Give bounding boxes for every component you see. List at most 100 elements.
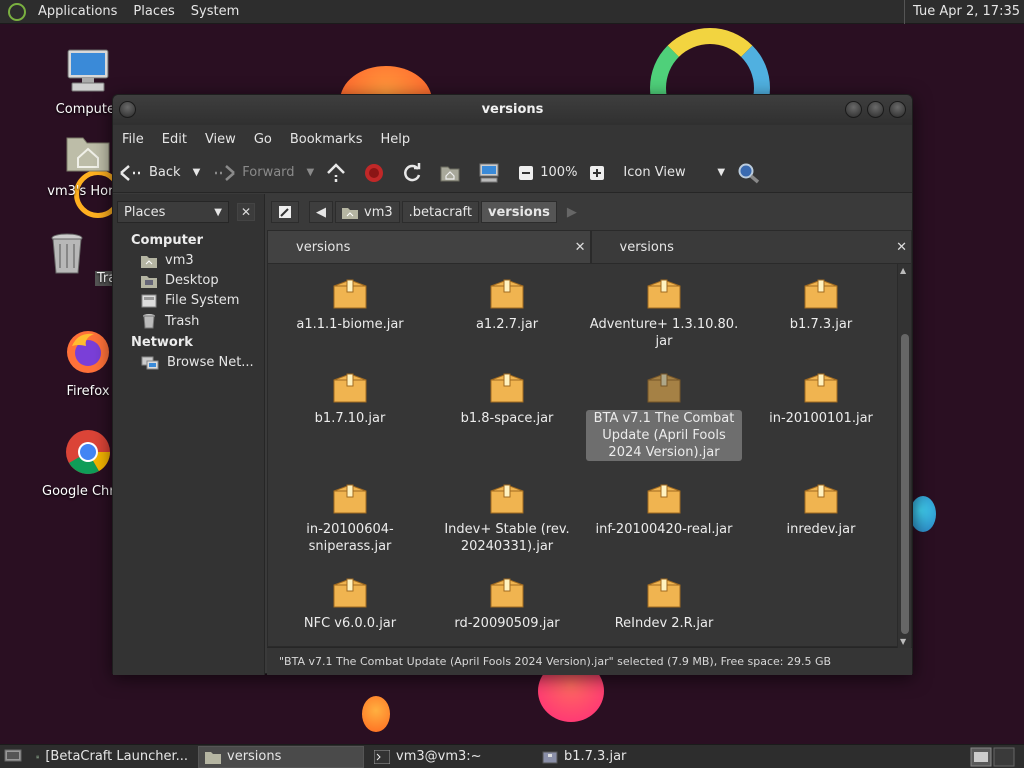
wallpaper-blob	[910, 496, 936, 532]
menu-applications[interactable]: Applications	[30, 0, 125, 24]
file-item[interactable]: a1.2.7.jar	[429, 274, 585, 333]
window-menu-button[interactable]	[119, 101, 136, 118]
sidebar-selector[interactable]: Places ▼	[117, 201, 229, 223]
task-betacraft-launcher[interactable]: [BetaCraft Launcher...	[30, 746, 194, 768]
zoom-out-button[interactable]: 100%	[518, 165, 577, 181]
reload-button[interactable]	[402, 162, 428, 183]
toolbar: Back ▼ Forward ▼ 100% Icon View ▼	[113, 153, 912, 193]
window-titlebar[interactable]: versions	[113, 95, 912, 125]
file-name: rd-20090509.jar	[454, 616, 560, 631]
sidebar-item-desktop[interactable]: Desktop	[113, 271, 264, 291]
menu-file[interactable]: File	[113, 132, 153, 147]
reload-icon	[404, 162, 421, 181]
tab-versions-1[interactable]: versions ✕	[267, 230, 591, 263]
menu-help[interactable]: Help	[371, 132, 419, 147]
file-item[interactable]: Indev+ Stable (rev. 20240331).jar	[429, 479, 585, 555]
scrollbar-thumb[interactable]	[901, 334, 909, 634]
up-button[interactable]	[326, 162, 352, 183]
zoom-in-icon	[590, 165, 605, 180]
tab-close-icon[interactable]: ✕	[575, 231, 586, 264]
task-terminal[interactable]: vm3@vm3:~	[368, 746, 532, 768]
back-button[interactable]: Back ▼	[119, 164, 200, 182]
file-icon-view[interactable]: a1.1.1-biome.jar a1.2.7.jar Adventure+ 1.3…	[267, 263, 912, 648]
menu-bookmarks[interactable]: Bookmarks	[281, 132, 372, 147]
path-item-vm3[interactable]: vm3	[335, 201, 400, 223]
file-item[interactable]: b1.8-space.jar	[429, 368, 585, 427]
back-arrow-icon	[120, 164, 140, 181]
task-versions[interactable]: versions	[198, 745, 364, 768]
menu-edit[interactable]: Edit	[153, 132, 196, 147]
file-name: inf-20100420-real.jar	[595, 522, 733, 537]
file-item[interactable]: BTA v7.1 The Combat Update (April Fools …	[586, 368, 742, 461]
distro-logo-icon[interactable]	[8, 2, 26, 21]
up-arrow-icon	[327, 162, 346, 182]
home-button[interactable]	[440, 164, 466, 182]
file-name: ReIndev 2.R.jar	[614, 616, 714, 631]
menu-system[interactable]: System	[183, 0, 247, 24]
sidebar-item-trash[interactable]: Trash	[113, 311, 264, 332]
package-icon	[647, 578, 681, 608]
file-item[interactable]: Adventure+ 1.3.10.80. jar	[586, 274, 742, 350]
back-history-dropdown-icon[interactable]: ▼	[193, 167, 201, 178]
vertical-scrollbar[interactable]: ▲ ▼	[897, 264, 911, 648]
path-item-betacraft[interactable]: .betacraft	[401, 201, 479, 223]
package-icon	[647, 373, 681, 403]
chevron-down-icon: ▼	[717, 167, 726, 178]
file-item[interactable]: rd-20090509.jar	[429, 573, 585, 632]
terminal-icon	[374, 749, 390, 764]
package-icon	[490, 279, 524, 309]
view-mode-select[interactable]: Icon View ▼	[623, 165, 725, 180]
path-scroll-left-button[interactable]: ◀	[309, 201, 333, 223]
computer-icon	[479, 163, 499, 182]
stop-button[interactable]	[364, 163, 390, 183]
forward-button[interactable]: Forward ▼	[212, 164, 314, 182]
package-icon	[804, 484, 838, 514]
file-item[interactable]: a1.1.1-biome.jar	[272, 274, 428, 333]
workspace-switcher[interactable]	[970, 747, 1016, 768]
package-icon	[333, 578, 367, 608]
chevron-right-icon[interactable]: ▶	[567, 205, 577, 220]
firefox-icon	[67, 331, 109, 373]
search-button[interactable]	[737, 162, 767, 184]
file-item[interactable]: b1.7.10.jar	[272, 368, 428, 427]
file-item[interactable]: NFC v6.0.0.jar	[272, 573, 428, 632]
tab-versions-2[interactable]: versions ✕	[590, 230, 912, 264]
task-archive-b1-7-3[interactable]: b1.7.3.jar	[536, 746, 700, 768]
tab-close-icon[interactable]: ✕	[896, 231, 907, 264]
file-item[interactable]: inf-20100420-real.jar	[586, 479, 742, 538]
forward-history-dropdown-icon[interactable]: ▼	[307, 167, 315, 178]
sidebar-item-browse-network[interactable]: Browse Net...	[113, 353, 264, 373]
minimize-button[interactable]	[845, 101, 862, 118]
trash-icon	[51, 233, 83, 274]
menu-places[interactable]: Places	[125, 0, 182, 24]
panel-clock[interactable]: Tue Apr 2, 17:35	[904, 0, 1020, 24]
zoom-in-button[interactable]	[589, 165, 611, 181]
package-icon	[804, 373, 838, 403]
package-icon	[333, 484, 367, 514]
home-folder-icon	[342, 207, 358, 219]
workspace-icon	[970, 747, 1015, 767]
close-button[interactable]	[889, 101, 906, 118]
java-icon	[36, 755, 40, 758]
scroll-up-icon[interactable]: ▲	[900, 266, 906, 275]
file-item[interactable]: b1.7.3.jar	[743, 274, 899, 333]
menu-go[interactable]: Go	[245, 132, 281, 147]
file-item[interactable]: in-20100604-sniperass.jar	[272, 479, 428, 555]
file-item[interactable]: inredev.jar	[743, 479, 899, 538]
package-icon	[647, 484, 681, 514]
path-item-versions[interactable]: versions	[481, 201, 557, 223]
file-item[interactable]: ReIndev 2.R.jar	[586, 573, 742, 632]
file-item[interactable]: in-20100101.jar	[743, 368, 899, 427]
sidebar-item-vm3[interactable]: vm3	[113, 251, 264, 271]
maximize-button[interactable]	[867, 101, 884, 118]
file-name: BTA v7.1 The Combat Update (April Fools …	[586, 410, 742, 461]
scroll-down-icon[interactable]: ▼	[900, 637, 906, 646]
edit-location-button[interactable]	[271, 201, 299, 223]
sidebar-close-button[interactable]: ✕	[237, 203, 255, 221]
top-panel: Applications Places System Tue Apr 2, 17…	[0, 0, 1024, 24]
computer-button[interactable]	[478, 163, 506, 183]
show-desktop-button[interactable]	[4, 747, 22, 767]
menu-view[interactable]: View	[196, 132, 245, 147]
sidebar-item-file-system[interactable]: File System	[113, 291, 264, 311]
network-icon	[141, 356, 159, 369]
